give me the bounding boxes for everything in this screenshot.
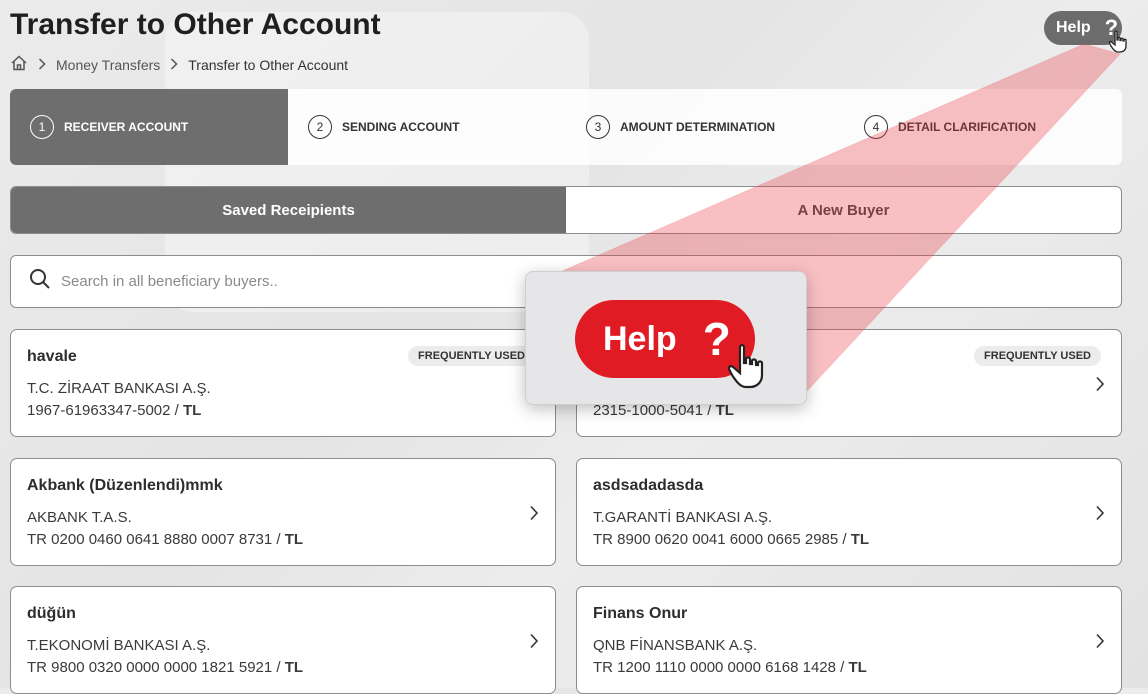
chevron-right-icon[interactable] [1095,505,1105,526]
step-number: 4 [864,115,888,139]
recipient-card[interactable]: asdsadadasda T.GARANTİ BANKASI A.Ş. TR 8… [576,458,1122,566]
search-icon [29,268,51,295]
recipient-card[interactable]: düğün T.EKONOMİ BANKASI A.Ş. TR 9800 032… [10,586,556,694]
frequently-used-badge: FREQUENTLY USED [408,346,535,366]
tab-new-buyer[interactable]: A New Buyer [566,187,1121,233]
step-label: DETAIL CLARIFICATION [898,120,1036,134]
chevron-right-icon[interactable] [529,633,539,654]
step-number: 3 [586,115,610,139]
recipient-card[interactable]: Finans Onur QNB FİNANSBANK A.Ş. TR 1200 … [576,586,1122,694]
chevron-right-icon [38,57,46,73]
breadcrumb: Money Transfers Transfer to Other Accoun… [10,54,348,75]
bank-name: AKBANK T.A.S. [27,509,132,526]
account-number: TR 9800 0320 0000 0000 1821 5921 / TL [27,659,304,676]
frequently-used-badge: FREQUENTLY USED [974,346,1101,366]
home-icon[interactable] [10,54,28,75]
hand-cursor-icon [726,340,770,399]
recipient-name: düğün [27,605,76,622]
recipient-card[interactable]: havale FREQUENTLY USED T.C. ZİRAAT BANKA… [10,329,556,437]
recipient-name: Finans Onur [593,605,688,622]
account-number: TR 1200 1110 0000 0000 6168 1428 / TL [593,659,867,676]
chevron-right-icon [170,57,178,73]
account-number: TR 8900 0620 0041 6000 0665 2985 / TL [593,531,870,548]
chevron-right-icon[interactable] [529,505,539,526]
chevron-right-icon[interactable] [1095,376,1105,397]
recipient-name: asdsadadasda [593,477,704,494]
help-label: Help [1056,19,1091,36]
account-number: TR 0200 0460 0641 8880 0007 8731 / TL [27,531,304,548]
hand-cursor-icon [1108,30,1130,59]
recipient-tabs: Saved Receipients A New Buyer [10,186,1122,234]
chevron-right-icon[interactable] [1095,633,1105,654]
breadcrumb-money-transfers[interactable]: Money Transfers [56,57,160,73]
help-zoom-callout: Help ? [525,271,807,405]
recipient-name: havale [27,348,77,365]
step-label: RECEIVER ACCOUNT [64,120,189,134]
page-title: Transfer to Other Account [10,8,381,41]
recipient-card[interactable]: Akbank (Düzenlendi)mmk AKBANK T.A.S. TR … [10,458,556,566]
bank-name: QNB FİNANSBANK A.Ş. [593,637,758,654]
step-receiver-account: 1 RECEIVER ACCOUNT [10,89,288,165]
recipient-name: Akbank (Düzenlendi)mmk [27,477,223,494]
step-progress: 1 RECEIVER ACCOUNT 2 SENDING ACCOUNT 3 A… [10,89,1122,165]
step-number: 1 [30,115,54,139]
step-label: AMOUNT DETERMINATION [620,120,776,134]
account-number: 1967-61963347-5002 / TL [27,402,202,419]
help-label: Help [603,319,677,358]
step-label: SENDING ACCOUNT [342,120,460,134]
tab-saved-recipients[interactable]: Saved Receipients [11,187,566,233]
step-sending-account: 2 SENDING ACCOUNT [288,89,566,165]
step-detail-clarification: 4 DETAIL CLARIFICATION [844,89,1122,165]
step-number: 2 [308,115,332,139]
bank-name: T.EKONOMİ BANKASI A.Ş. [27,637,211,654]
bank-name: T.GARANTİ BANKASI A.Ş. [593,509,773,526]
bank-name: T.C. ZİRAAT BANKASI A.Ş. [27,380,211,397]
step-amount-determination: 3 AMOUNT DETERMINATION [566,89,844,165]
breadcrumb-current: Transfer to Other Account [188,56,349,73]
